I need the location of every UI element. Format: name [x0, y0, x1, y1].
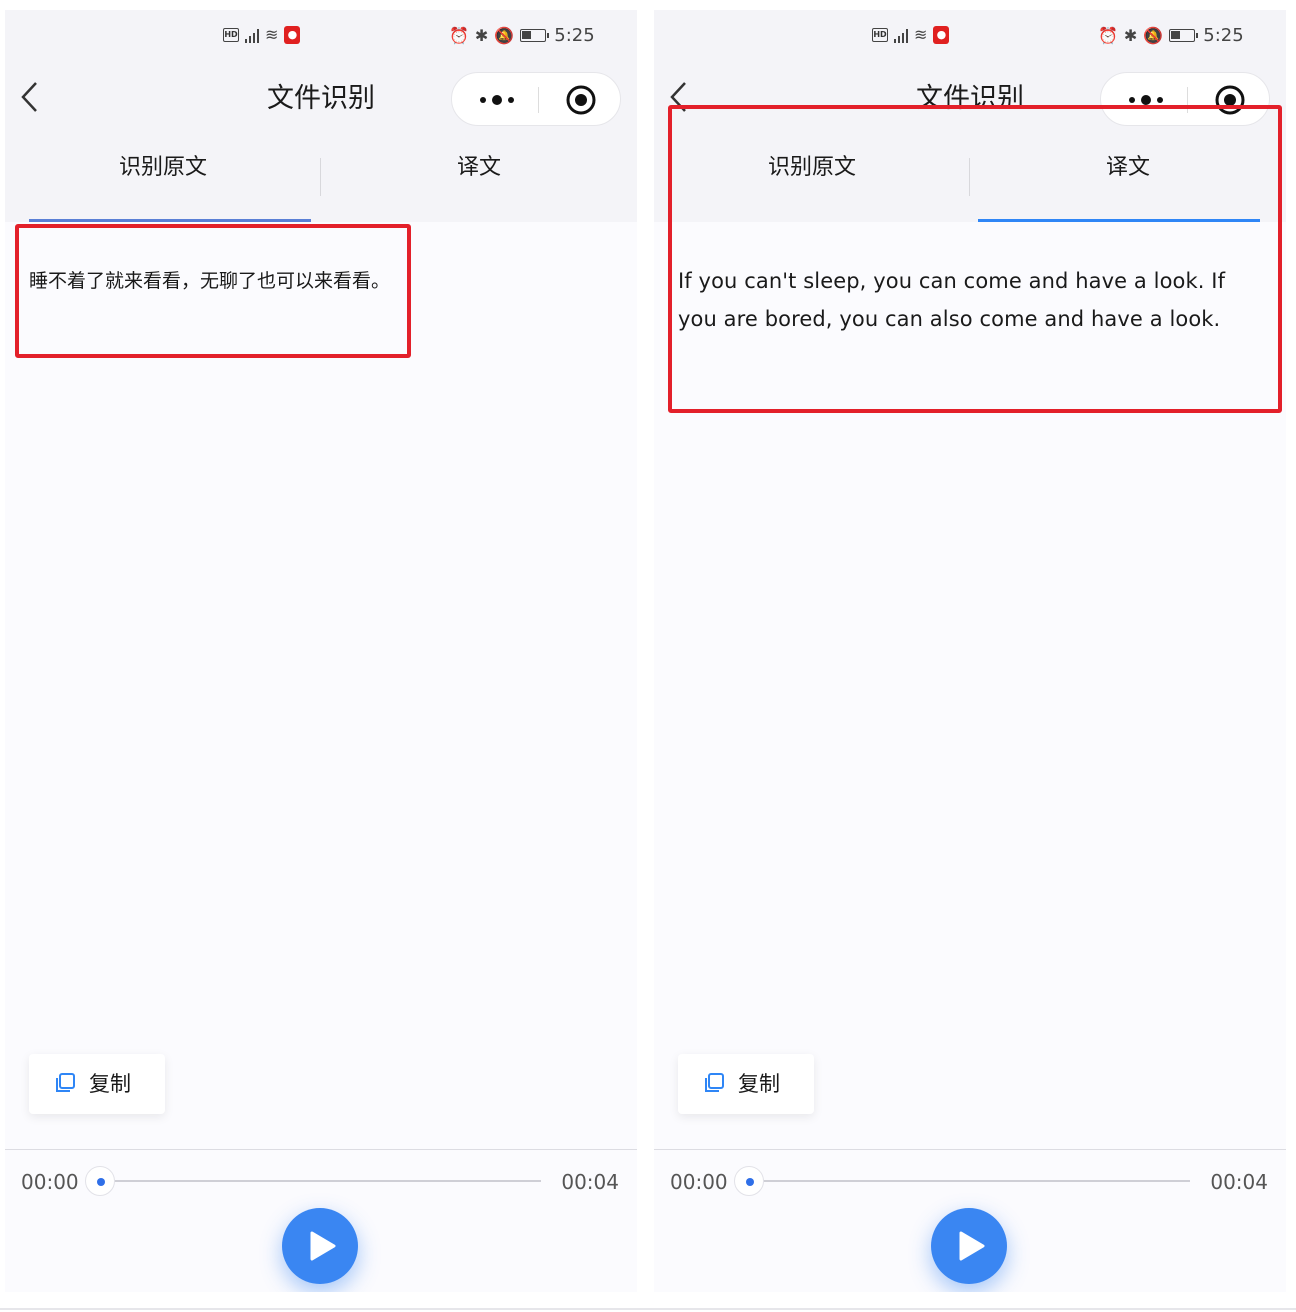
- play-button[interactable]: [931, 1208, 1007, 1284]
- progress-track[interactable]: [750, 1180, 1190, 1182]
- status-time: 5:25: [554, 25, 595, 46]
- chevron-left-icon: [21, 82, 37, 112]
- duration: 00:04: [1210, 1170, 1268, 1194]
- vibrate-icon: ✱: [474, 26, 489, 45]
- copy-label: 复制: [738, 1072, 780, 1096]
- copy-icon: [56, 1073, 75, 1092]
- back-button[interactable]: [19, 80, 39, 114]
- screen-translation: HD ≋ ● ⏰ ✱ 🔕 5:25 文件识别 识别原文 译文 If you ca…: [654, 10, 1286, 1292]
- progress-thumb[interactable]: [85, 1166, 115, 1196]
- close-target-icon[interactable]: [565, 84, 597, 116]
- alarm-icon: ⏰: [1098, 26, 1118, 45]
- copy-label: 复制: [89, 1072, 131, 1096]
- battery-icon: [520, 29, 550, 42]
- wifi-icon: ≋: [914, 25, 928, 44]
- mic-recording-icon: ●: [284, 25, 301, 44]
- progress-track[interactable]: [101, 1180, 541, 1182]
- status-bar: HD ≋ ● ⏰ ✱ 🔕 5:25: [5, 24, 637, 48]
- mute-icon: 🔕: [494, 26, 515, 45]
- wifi-icon: ≋: [265, 25, 279, 44]
- battery-icon: [1169, 29, 1199, 42]
- tab-bar: 识别原文 译文: [5, 138, 637, 222]
- copy-button[interactable]: 复制: [29, 1054, 165, 1114]
- highlight-box: [668, 105, 1282, 413]
- tab-translation[interactable]: 译文: [321, 138, 637, 222]
- alarm-icon: ⏰: [449, 26, 469, 45]
- capsule-divider: [538, 87, 539, 113]
- page-title: 文件识别: [267, 83, 375, 114]
- signal-icon: [894, 27, 908, 43]
- status-time: 5:25: [1203, 25, 1244, 46]
- tab-original[interactable]: 识别原文: [5, 138, 321, 222]
- play-icon: [310, 1231, 336, 1261]
- mic-recording-icon: ●: [933, 25, 950, 44]
- more-icon[interactable]: [476, 85, 518, 115]
- screen-original: HD ≋ ● ⏰ ✱ 🔕 5:25 文件识别 识别原文 译文 睡不着了就来看看，…: [5, 10, 637, 1292]
- signal-icon: [245, 27, 259, 43]
- page-bottom-divider: [0, 1308, 1296, 1310]
- audio-player: 00:00 00:04: [5, 1149, 637, 1292]
- copy-icon: [705, 1073, 724, 1092]
- vibrate-icon: ✱: [1123, 26, 1138, 45]
- duration: 00:04: [561, 1170, 619, 1194]
- progress-thumb[interactable]: [734, 1166, 764, 1196]
- play-icon: [959, 1231, 985, 1261]
- hd-icon: HD: [223, 27, 239, 42]
- hd-icon: HD: [872, 27, 888, 42]
- audio-player: 00:00 00:04: [654, 1149, 1286, 1292]
- play-button[interactable]: [282, 1208, 358, 1284]
- current-time: 00:00: [21, 1170, 79, 1194]
- status-bar: HD ≋ ● ⏰ ✱ 🔕 5:25: [654, 24, 1286, 48]
- copy-button[interactable]: 复制: [678, 1054, 814, 1114]
- mini-program-capsule: [451, 72, 621, 126]
- highlight-box: [15, 224, 411, 358]
- tab-indicator: [29, 219, 311, 222]
- current-time: 00:00: [670, 1170, 728, 1194]
- mute-icon: 🔕: [1143, 26, 1164, 45]
